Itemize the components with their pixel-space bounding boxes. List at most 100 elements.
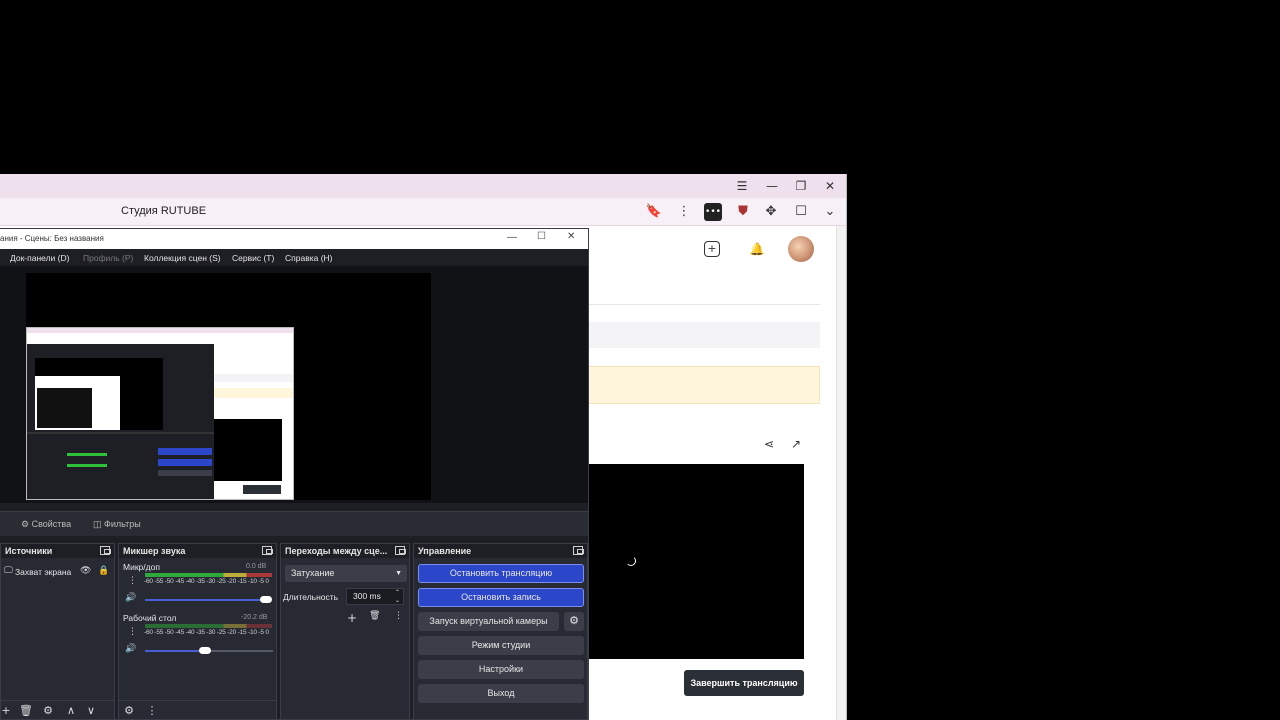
trash-icon[interactable]: 🗑 — [369, 611, 380, 621]
close-button[interactable]: ✕ — [822, 178, 838, 194]
eye-icon[interactable]: 👁 — [80, 566, 91, 576]
stop-recording-button[interactable]: Остановить запись — [418, 588, 584, 607]
float-dock-icon[interactable] — [573, 546, 584, 555]
move-up-icon[interactable]: ∧ — [64, 704, 78, 718]
sources-dock: Источники 🖵 Захват экрана 👁 🔒 + 🗑 ⚙ ∧ ∨ — [0, 543, 115, 719]
add-icon[interactable]: + — [0, 704, 13, 718]
bookmark-icon[interactable]: 🔖 — [645, 203, 663, 221]
more-vert-icon[interactable]: ⋮ — [675, 203, 693, 221]
audio-mixer-dock: Микшер звука Микр/доп 0.0 dB ⋮ -60 -55 -… — [118, 543, 277, 719]
virtual-camera-settings-icon[interactable]: ⚙ — [564, 612, 584, 631]
browser-menu-icon[interactable]: ☰ — [734, 178, 750, 194]
properties-label: Свойства — [31, 519, 72, 529]
obs-close-button[interactable]: ✕ — [567, 231, 575, 242]
volume-slider[interactable] — [145, 599, 265, 601]
obs-minimize-button[interactable]: — — [507, 232, 517, 243]
bell-icon[interactable]: 🔔 — [746, 238, 768, 260]
more-vert-icon[interactable]: ⋮ — [128, 576, 137, 586]
properties-button[interactable]: ⚙ Свойства — [15, 517, 77, 532]
lock-icon[interactable]: 🔒 — [98, 566, 109, 576]
source-item[interactable]: 🖵 Захват экрана 👁 🔒 — [1, 564, 114, 580]
restore-button[interactable]: ❐ — [793, 178, 809, 194]
monitor-icon: 🖵 — [4, 566, 13, 576]
browser-toolbar: Студия RUTUBE 🔖 ⋮ ••• ⛊ ✥ ☐ ⌄ — [0, 198, 846, 226]
chevron-down-icon[interactable]: ⌄ — [821, 203, 839, 221]
meter-ticks: -60 -55 -50 -45 -40 -35 -30 -25 -20 -15 … — [144, 629, 269, 636]
level-meter — [145, 624, 272, 628]
transitions-dock: Переходы между сце... Затухание ▼ Длител… — [280, 543, 410, 719]
rutube-studio-page: + 🔔 ⋖ ↗ Завершить трансляцию — [588, 226, 846, 720]
transition-select-value: Затухание — [291, 568, 335, 578]
external-link-icon[interactable]: ↗ — [788, 436, 804, 452]
volume-slider[interactable] — [145, 650, 205, 652]
speaker-icon[interactable]: 🔊 — [125, 644, 136, 654]
divider — [588, 304, 820, 305]
extension-dots-icon[interactable]: ••• — [704, 203, 722, 221]
add-icon[interactable]: + — [347, 611, 357, 625]
channel-name: Рабочий стол — [123, 613, 177, 623]
tab-title[interactable]: Студия RUTUBE — [121, 205, 206, 217]
end-stream-button[interactable]: Завершить трансляцию — [684, 670, 804, 696]
share-icon[interactable]: ⋖ — [761, 436, 777, 452]
puzzle-icon[interactable]: ✥ — [762, 203, 780, 221]
exit-button[interactable]: Выход — [418, 684, 584, 703]
properties-bar: ⚙ Свойства ◫ Фильтры — [0, 511, 588, 536]
dock-header: Микшер звука — [119, 544, 276, 558]
menu-tools[interactable]: Сервис (T) — [232, 253, 274, 263]
filters-button[interactable]: ◫ Фильтры — [87, 517, 147, 532]
channel-name: Микр/доп — [123, 562, 160, 572]
stream-preview-player[interactable] — [588, 464, 804, 659]
obs-maximize-button[interactable]: ☐ — [537, 231, 546, 242]
source-label: Захват экрана — [15, 567, 72, 577]
menu-help[interactable]: Справка (H) — [285, 253, 333, 263]
filter-icon: ◫ — [93, 519, 102, 529]
dock-header: Источники — [1, 544, 114, 558]
obs-window-title: ания - Сцены: Без названия — [0, 234, 104, 243]
screen-capture-thumbnail — [26, 327, 294, 500]
float-dock-icon[interactable] — [395, 546, 406, 555]
more-vert-icon[interactable]: ⋮ — [145, 704, 159, 718]
start-virtual-camera-button[interactable]: Запуск виртуальной камеры — [418, 612, 559, 631]
speaker-icon[interactable]: 🔊 — [125, 593, 136, 603]
panel-icon[interactable]: ☐ — [792, 203, 810, 221]
transition-select[interactable]: Затухание ▼ — [285, 565, 407, 582]
more-vert-icon[interactable]: ⋮ — [128, 627, 137, 637]
volume-knob[interactable] — [260, 596, 272, 603]
shield-icon[interactable]: ⛊ — [734, 203, 752, 221]
add-video-icon[interactable]: + — [704, 241, 720, 257]
browser-titlebar: ☰ — ❐ ✕ — [0, 174, 846, 198]
dock-title: Микшер звука — [123, 546, 186, 556]
channel-db: 0.0 dB — [246, 563, 267, 570]
scrollbar[interactable] — [836, 226, 846, 720]
move-down-icon[interactable]: ∨ — [84, 704, 98, 718]
minimize-button[interactable]: — — [764, 178, 780, 194]
duration-input[interactable]: 300 ms ⌃ ⌄ — [346, 588, 404, 605]
avatar[interactable] — [788, 236, 814, 262]
meter-ticks: -60 -55 -50 -45 -40 -35 -30 -25 -20 -15 … — [144, 578, 269, 585]
chevron-down-icon: ▼ — [395, 570, 402, 577]
mixer-toolbar: ⚙ ⋮ — [119, 700, 276, 719]
menu-profile[interactable]: Профиль (P) — [83, 253, 133, 263]
settings-button[interactable]: Настройки — [418, 660, 584, 679]
studio-mode-button[interactable]: Режим студии — [418, 636, 584, 655]
filters-label: Фильтры — [104, 519, 141, 529]
duration-value: 300 ms — [353, 591, 381, 601]
float-dock-icon[interactable] — [262, 546, 273, 555]
menu-docks[interactable]: Док-панели (D) — [10, 253, 69, 263]
dock-header: Переходы между сце... — [281, 544, 409, 558]
stop-stream-button[interactable]: Остановить трансляцию — [418, 564, 584, 583]
volume-knob[interactable] — [199, 647, 211, 654]
settings-icon[interactable]: ⚙ — [122, 704, 136, 718]
float-dock-icon[interactable] — [100, 546, 111, 555]
dock-title: Управление — [418, 546, 472, 556]
controls-dock: Управление Остановить трансляцию Останов… — [413, 543, 588, 719]
menu-scene-collection[interactable]: Коллекция сцен (S) — [144, 253, 221, 263]
gear-icon[interactable]: ⚙ — [41, 704, 55, 718]
stepper-down-icon[interactable]: ⌄ — [395, 594, 400, 609]
level-meter — [145, 573, 272, 577]
channel-db: -20.2 dB — [241, 614, 268, 621]
more-vert-icon[interactable]: ⋮ — [394, 611, 403, 621]
info-bar — [588, 322, 820, 348]
preview-area — [0, 266, 588, 503]
trash-icon[interactable]: 🗑 — [19, 704, 33, 718]
